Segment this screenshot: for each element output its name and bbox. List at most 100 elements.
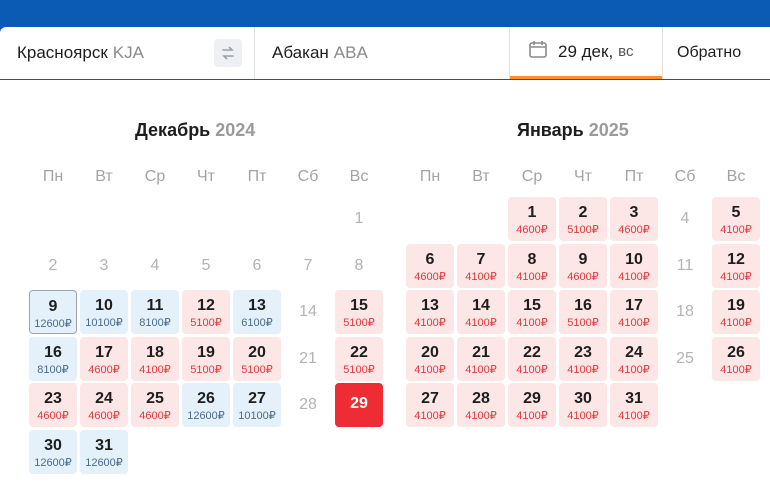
origin-field[interactable]: Красноярск KJA <box>0 27 255 79</box>
day-cell[interactable]: 20 4100₽ <box>406 336 454 381</box>
day-number: 6 <box>425 250 435 268</box>
day-price: 4100₽ <box>465 270 497 283</box>
day-number: 21 <box>299 349 317 367</box>
day-cell[interactable]: 22 4100₽ <box>508 336 556 381</box>
day-price: 12600₽ <box>85 456 123 469</box>
day-cell[interactable]: 16 8100₽ <box>29 336 77 381</box>
day-cell[interactable]: 28 4100₽ <box>457 383 505 427</box>
day-price: 4100₽ <box>618 317 650 329</box>
day-cell[interactable]: 27 10100₽ <box>233 383 281 427</box>
day-cell[interactable]: 15 4100₽ <box>508 290 556 334</box>
day-cell[interactable]: 24 4100₽ <box>610 336 658 381</box>
month-name: Декабрь <box>135 120 211 140</box>
day-cell[interactable]: 10 10100₽ <box>80 290 128 334</box>
weekday-label: Чт <box>197 168 215 185</box>
day-cell: 6 <box>233 244 281 288</box>
day-cell[interactable]: 9 12600₽ <box>29 290 77 334</box>
day-number: 24 <box>625 343 643 361</box>
day-cell[interactable]: 14 4100₽ <box>457 290 505 334</box>
day-price: 4100₽ <box>720 363 752 376</box>
day-cell: 7 <box>284 244 332 288</box>
day-price: 4100₽ <box>465 410 497 422</box>
day-price: 4100₽ <box>516 317 548 329</box>
day-cell: 8 <box>335 244 383 288</box>
weekday-label: Пт <box>247 168 267 185</box>
day-cell[interactable]: 26 12600₽ <box>182 383 230 427</box>
day-number: 29 <box>350 395 368 412</box>
day-cell[interactable]: 2 5100₽ <box>559 197 607 241</box>
day-number: 9 <box>578 250 588 268</box>
origin-city: Красноярск <box>17 43 108 62</box>
weekday-label: Вс <box>349 168 369 185</box>
day-cell[interactable]: 6 4600₽ <box>406 243 454 288</box>
day-price: 4600₽ <box>88 363 120 376</box>
day-price: 4600₽ <box>139 410 171 422</box>
day-cell[interactable]: 7 4100₽ <box>457 243 505 288</box>
day-cell[interactable]: 25 4600₽ <box>131 383 179 427</box>
day-number: 18 <box>146 343 164 361</box>
day-price: 4600₽ <box>414 270 446 283</box>
departure-date: 29 дек, <box>558 41 614 61</box>
day-price: 4100₽ <box>567 410 599 422</box>
day-cell[interactable]: 13 6100₽ <box>233 290 281 334</box>
day-cell[interactable]: 23 4600₽ <box>29 383 77 427</box>
day-cell[interactable]: 18 4100₽ <box>131 336 179 381</box>
day-cell[interactable]: 23 4100₽ <box>559 336 607 381</box>
day-number: 10 <box>625 250 643 268</box>
day-cell[interactable]: 30 4100₽ <box>559 383 607 427</box>
day-cell[interactable]: 29 4100₽ <box>508 383 556 427</box>
day-cell: 11 <box>661 244 709 288</box>
day-cell[interactable]: 20 5100₽ <box>233 336 281 381</box>
day-cell[interactable]: 17 4100₽ <box>610 290 658 334</box>
day-number: 6 <box>252 256 262 274</box>
day-cell[interactable]: 12 4100₽ <box>712 243 760 288</box>
day-price: 4100₽ <box>414 363 446 376</box>
day-cell[interactable]: 30 12600₽ <box>29 429 77 474</box>
day-cell[interactable]: 3 4600₽ <box>610 197 658 241</box>
day-price: 5100₽ <box>343 317 375 329</box>
day-number: 26 <box>727 343 745 361</box>
day-cell[interactable]: 11 8100₽ <box>131 290 179 334</box>
day-cell: 2 <box>29 244 77 288</box>
return-date-field[interactable]: Обратно <box>662 27 770 79</box>
day-cell[interactable]: 26 4100₽ <box>712 336 760 381</box>
day-number: 15 <box>350 297 368 314</box>
day-cell[interactable]: 27 4100₽ <box>406 383 454 427</box>
day-number: 10 <box>95 297 113 314</box>
day-cell: 28 <box>284 383 332 427</box>
day-cell[interactable]: 31 12600₽ <box>80 429 128 474</box>
day-cell[interactable]: 8 4100₽ <box>508 243 556 288</box>
day-cell[interactable]: 17 4600₽ <box>80 336 128 381</box>
day-cell[interactable]: 13 4100₽ <box>406 290 454 334</box>
day-number: 2 <box>48 256 58 274</box>
day-price: 5100₽ <box>190 363 222 376</box>
day-cell[interactable]: 1 4600₽ <box>508 197 556 241</box>
departure-date-field[interactable]: 29 дек, вс <box>510 27 662 79</box>
day-cell[interactable]: 24 4600₽ <box>80 383 128 427</box>
day-cell[interactable]: 12 5100₽ <box>182 290 230 334</box>
day-cell[interactable]: 16 5100₽ <box>559 290 607 334</box>
day-number: 28 <box>472 390 490 407</box>
day-cell: 5 <box>182 244 230 288</box>
day-cell[interactable]: 22 5100₽ <box>335 336 383 381</box>
day-price: 10100₽ <box>238 410 276 422</box>
day-number: 17 <box>95 343 113 361</box>
swap-arrows-icon[interactable] <box>214 39 242 67</box>
day-cell-selected[interactable]: 29 <box>335 383 383 427</box>
day-cell[interactable]: 9 4600₽ <box>559 243 607 288</box>
day-number: 23 <box>44 390 62 407</box>
day-cell[interactable]: 5 4100₽ <box>712 197 760 241</box>
day-cell[interactable]: 19 4100₽ <box>712 290 760 334</box>
day-cell[interactable]: 15 5100₽ <box>335 290 383 334</box>
month-year: 2025 <box>588 120 629 140</box>
day-number: 22 <box>350 343 368 361</box>
destination-field[interactable]: Абакан ABA <box>255 27 510 79</box>
day-cell[interactable]: 10 4100₽ <box>610 243 658 288</box>
return-label: Обратно <box>677 44 742 61</box>
day-cell[interactable]: 21 4100₽ <box>457 336 505 381</box>
day-number: 13 <box>421 297 439 314</box>
day-cell[interactable]: 31 4100₽ <box>610 383 658 427</box>
day-number: 4 <box>680 210 690 227</box>
day-cell[interactable]: 19 5100₽ <box>182 336 230 381</box>
day-number: 31 <box>625 390 643 407</box>
